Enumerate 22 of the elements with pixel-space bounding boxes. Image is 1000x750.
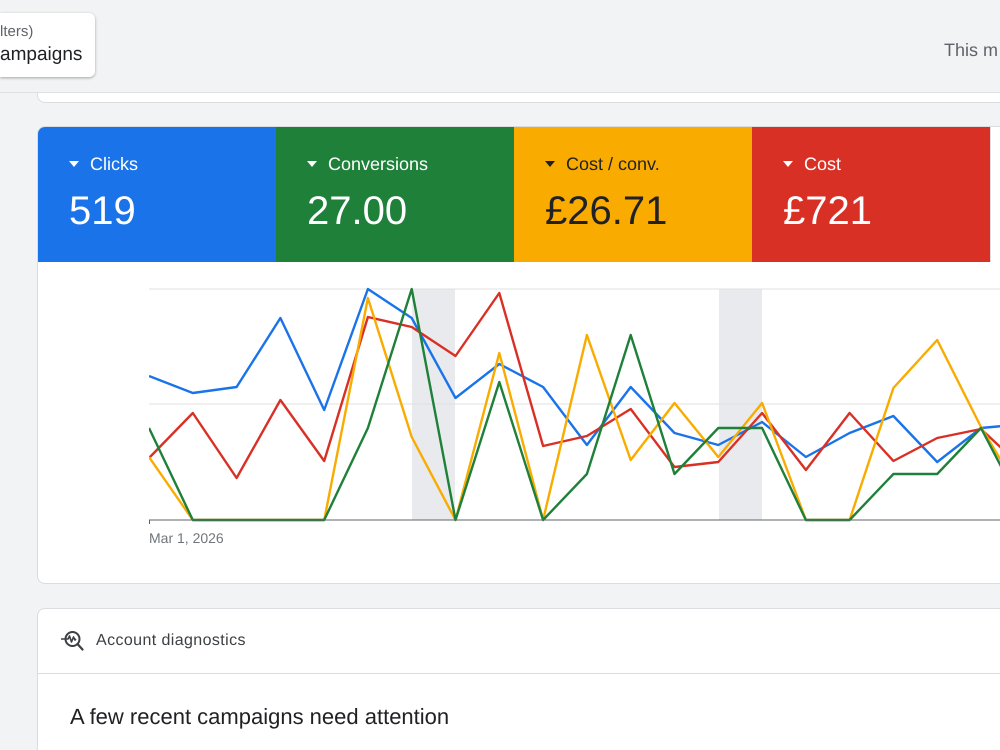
- caret-icon: [307, 161, 317, 167]
- metric-tile[interactable]: Cost / conv. £26.71: [514, 127, 752, 262]
- metric-tile[interactable]: Cost £721: [752, 127, 990, 262]
- campaign-selector[interactable]: lters) ampaigns: [0, 13, 96, 77]
- date-range-text[interactable]: This m: [944, 40, 1000, 60]
- caret-icon: [545, 161, 555, 167]
- metric-value: £721: [783, 188, 872, 234]
- metric-value: 519: [69, 188, 136, 234]
- metric-label: Cost: [804, 154, 842, 174]
- magnifier-pulse-icon: [60, 629, 84, 653]
- metric-value: £26.71: [545, 188, 668, 234]
- metric-label: Cost / conv.: [566, 154, 660, 174]
- caret-icon: [783, 161, 793, 167]
- caret-icon: [69, 161, 79, 167]
- x-axis-date-label: Mar 1, 2026: [149, 530, 224, 546]
- metric-label: Clicks: [90, 154, 138, 174]
- metric-label: Conversions: [328, 154, 428, 174]
- card-heading: A few recent campaigns need attention: [70, 703, 450, 731]
- card-title: Account diagnostics: [96, 631, 246, 651]
- metric-tile[interactable]: Clicks 519: [38, 127, 276, 262]
- metric-value: 27.00: [307, 188, 408, 234]
- metric-tile[interactable]: Conversions 27.00: [276, 127, 514, 262]
